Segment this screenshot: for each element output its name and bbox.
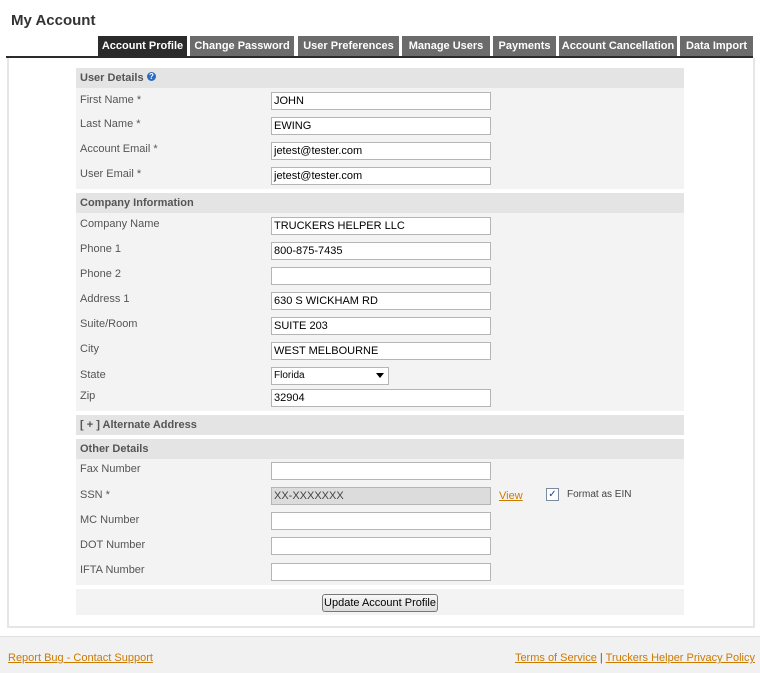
suite-room-label: Suite/Room: [80, 318, 138, 330]
ssn-view-link[interactable]: View: [499, 490, 523, 502]
section-user-details: User Details: [76, 68, 684, 88]
ifta-number-label: IFTA Number: [80, 564, 145, 576]
first-name-field[interactable]: JOHN: [271, 92, 491, 110]
tab-data-import[interactable]: Data Import: [680, 36, 753, 56]
tab-user-preferences[interactable]: User Preferences: [298, 36, 399, 56]
dot-number-field[interactable]: [271, 537, 491, 555]
tab-manage-users[interactable]: Manage Users: [402, 36, 490, 56]
phone1-label: Phone 1: [80, 243, 121, 255]
last-name-label: Last Name *: [80, 118, 141, 130]
phone2-label: Phone 2: [80, 268, 121, 280]
phone1-field[interactable]: 800-875-7435: [271, 242, 491, 260]
tab-account-profile[interactable]: Account Profile: [98, 36, 187, 56]
tab-change-password[interactable]: Change Password: [190, 36, 294, 56]
ifta-number-field[interactable]: [271, 563, 491, 581]
footer-separator: |: [599, 652, 603, 664]
first-name-label: First Name *: [80, 94, 142, 106]
footer-links: Terms of Service | Truckers Helper Priva…: [515, 652, 755, 664]
address1-field[interactable]: 630 S WICKHAM RD: [271, 292, 491, 310]
footer: Report Bug - Contact Support Terms of Se…: [0, 636, 760, 673]
address1-label: Address 1: [80, 293, 130, 305]
section-other-details: Other Details: [76, 439, 684, 459]
tab-account-cancellation[interactable]: Account Cancellation: [559, 36, 677, 56]
help-icon[interactable]: ?: [147, 72, 156, 81]
mc-number-label: MC Number: [80, 514, 140, 526]
ssn-label: SSN *: [80, 489, 110, 501]
fax-label: Fax Number: [80, 463, 141, 475]
update-account-profile-button[interactable]: Update Account Profile: [322, 594, 438, 612]
company-name-label: Company Name: [80, 218, 160, 230]
tab-payments[interactable]: Payments: [493, 36, 556, 56]
state-label: State: [80, 369, 106, 381]
zip-label: Zip: [80, 390, 96, 402]
format-as-ein-checkbox[interactable]: ✓: [546, 488, 559, 501]
section-company-information: Company Information: [76, 193, 684, 213]
user-email-label: User Email *: [80, 168, 142, 180]
fax-field[interactable]: [271, 462, 491, 480]
company-name-field[interactable]: TRUCKERS HELPER LLC: [271, 217, 491, 235]
format-as-ein-label: Format as EIN: [567, 489, 632, 500]
report-bug-link[interactable]: Report Bug - Contact Support: [8, 652, 153, 664]
mc-number-field[interactable]: [271, 512, 491, 530]
ssn-field: XX-XXXXXXX: [271, 487, 491, 505]
page-title: My Account: [11, 12, 96, 29]
last-name-field[interactable]: EWING: [271, 117, 491, 135]
suite-room-field[interactable]: SUITE 203: [271, 317, 491, 335]
city-label: City: [80, 343, 99, 355]
privacy-policy-link[interactable]: Truckers Helper Privacy Policy: [606, 652, 755, 664]
dot-number-label: DOT Number: [80, 539, 146, 551]
account-email-field[interactable]: jetest@tester.com: [271, 142, 491, 160]
terms-of-service-link[interactable]: Terms of Service: [515, 652, 597, 664]
state-select[interactable]: Florida: [271, 367, 389, 385]
alternate-address-toggle[interactable]: [ + ] Alternate Address: [76, 415, 684, 435]
phone2-field[interactable]: [271, 267, 491, 285]
state-select-value: Florida: [274, 370, 305, 381]
account-email-label: Account Email *: [80, 143, 158, 155]
zip-field[interactable]: 32904: [271, 389, 491, 407]
chevron-down-icon: [376, 373, 384, 378]
user-email-field[interactable]: jetest@tester.com: [271, 167, 491, 185]
city-field[interactable]: WEST MELBOURNE: [271, 342, 491, 360]
